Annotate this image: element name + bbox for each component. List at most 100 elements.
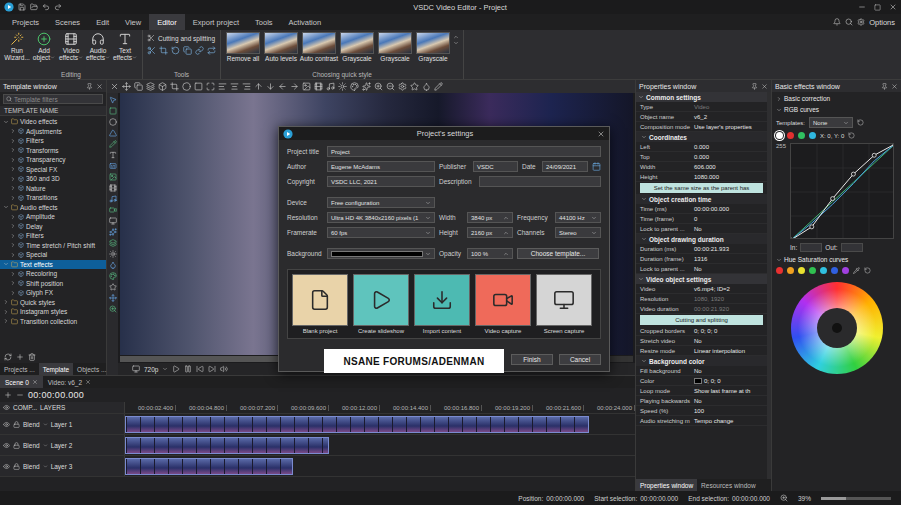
options-button[interactable]: Options — [869, 18, 895, 27]
trash-icon[interactable] — [28, 353, 36, 361]
copy-icon[interactable] — [134, 82, 143, 91]
property-row[interactable]: Resolution1080, 1920 — [636, 294, 767, 304]
preview-icon[interactable] — [132, 365, 140, 373]
expand-icon[interactable] — [10, 214, 16, 220]
close-icon[interactable] — [597, 130, 605, 138]
time-ruler[interactable]: 00:00:02.40000:00:04.80000:00:07.20000:0… — [125, 402, 635, 413]
bell-icon[interactable] — [833, 18, 841, 26]
property-row[interactable]: Resize modeLinear interpolation — [636, 346, 767, 356]
video-clip[interactable] — [125, 458, 293, 475]
tree-item[interactable]: Special FX — [0, 165, 106, 175]
pen-icon[interactable] — [109, 140, 117, 148]
choose-template-button[interactable]: Choose template... — [517, 248, 599, 259]
dropdown-icon[interactable] — [78, 55, 83, 60]
wizard-icon[interactable] — [10, 32, 24, 46]
collapse-icon[interactable] — [638, 276, 644, 282]
text-effects-icon[interactable] — [118, 32, 132, 46]
rgb-curves-section[interactable]: RGB curves — [776, 106, 897, 113]
timeline-tab[interactable]: Video: v6_2 — [43, 376, 96, 388]
dropdown-icon[interactable] — [162, 366, 168, 372]
ribbon-button[interactable]: Video effects — [58, 32, 84, 61]
image-icon[interactable] — [109, 173, 117, 181]
zoom-slider[interactable] — [821, 497, 891, 500]
video-clip[interactable] — [125, 416, 589, 433]
color-icon[interactable] — [109, 261, 117, 269]
blend-mode[interactable]: Blend — [23, 421, 40, 428]
collapse-icon[interactable] — [776, 107, 782, 113]
property-row[interactable]: Left0.000 — [636, 142, 767, 152]
light-icon[interactable] — [109, 250, 117, 258]
search-icon[interactable] — [845, 18, 853, 26]
arrow-down-icon[interactable] — [266, 82, 275, 91]
sun-icon[interactable] — [338, 82, 347, 91]
property-row[interactable]: Stretch videoNo — [636, 336, 767, 346]
redo-icon[interactable] — [54, 3, 62, 11]
template-card[interactable]: Create slideshow — [353, 274, 409, 334]
expand-icon[interactable] — [10, 195, 16, 201]
property-row[interactable]: Fill backgroundNo — [636, 366, 767, 376]
spinner-icon[interactable] — [503, 251, 509, 257]
template-card[interactable]: Blank project — [292, 274, 348, 334]
height-field[interactable]: 2160 px — [467, 227, 513, 238]
eye-icon[interactable] — [3, 463, 10, 470]
dropdown-icon[interactable] — [843, 120, 849, 126]
expand-icon[interactable] — [10, 223, 16, 229]
expand-icon[interactable] — [10, 147, 16, 153]
channel-dot[interactable] — [809, 132, 816, 139]
dropdown-icon[interactable] — [50, 55, 55, 60]
tree-item[interactable]: Video effects — [0, 117, 106, 127]
reset-icon[interactable] — [864, 267, 871, 274]
menu-tab[interactable]: Tools — [247, 14, 281, 30]
arrow-up-icon[interactable] — [254, 82, 263, 91]
ribbon-button[interactable]: Add object — [31, 32, 57, 61]
dropdown-icon[interactable] — [591, 230, 597, 236]
eye-icon[interactable] — [3, 421, 10, 428]
menu-tab[interactable]: Editor — [149, 14, 185, 30]
property-row[interactable]: Composition modeUse layer's properties — [636, 122, 767, 132]
blend-mode[interactable]: Blend — [23, 442, 40, 449]
quick-style-item[interactable]: Auto levels — [263, 32, 299, 62]
expand-icon[interactable] — [10, 176, 16, 182]
hue-dot[interactable] — [798, 267, 805, 274]
property-row[interactable]: Duration (frame)1316 — [636, 254, 767, 264]
property-row[interactable]: Speed (%)100 — [636, 406, 767, 416]
panel-tab[interactable]: Resources window — [697, 479, 760, 491]
property-section[interactable]: Video object settings — [636, 274, 767, 284]
collapse-icon[interactable] — [3, 261, 9, 267]
template-card[interactable]: Import content — [414, 274, 470, 334]
calendar-icon[interactable] — [592, 162, 601, 171]
collapse-icon[interactable] — [641, 134, 647, 140]
menu-tab[interactable]: Activation — [281, 14, 330, 30]
dropdown-icon[interactable] — [132, 55, 137, 60]
menu-tab[interactable]: Scenes — [47, 14, 88, 30]
collapse-icon[interactable] — [641, 358, 647, 364]
pause-icon[interactable] — [184, 365, 192, 373]
finish-button[interactable]: Finish — [511, 354, 553, 365]
eye-icon[interactable] — [3, 404, 10, 411]
cutting-button[interactable]: Cutting and splitting — [147, 34, 216, 42]
expand-icon[interactable] — [10, 166, 16, 172]
close-icon[interactable] — [761, 83, 768, 90]
pin-icon[interactable] — [881, 83, 888, 90]
cancel-button[interactable]: Cancel — [559, 354, 601, 365]
star-icon[interactable] — [410, 82, 419, 91]
rectangle-icon[interactable] — [109, 107, 117, 115]
add-icon[interactable] — [16, 353, 24, 361]
curve-line[interactable] — [791, 144, 894, 239]
close-tab-icon[interactable] — [32, 379, 38, 385]
property-section[interactable]: Coordinates — [636, 132, 767, 142]
remove-layer-icon[interactable] — [16, 391, 24, 399]
basic-correction-section[interactable]: Basic correction — [776, 95, 897, 102]
pin-icon[interactable] — [86, 83, 93, 90]
lock-icon[interactable] — [13, 442, 20, 449]
hue-saturation-section[interactable]: Hue Saturation curves — [776, 256, 897, 263]
project-settings-dialog[interactable]: Project's settingsProject titleProjectAu… — [278, 126, 610, 372]
curve-point[interactable] — [790, 238, 793, 239]
panel-tab[interactable]: Template — [39, 363, 73, 375]
curve-point[interactable] — [810, 225, 814, 229]
property-row[interactable]: TypeVideo — [636, 102, 767, 112]
reset-icon[interactable] — [857, 119, 864, 126]
property-row[interactable]: Object namev6_2 — [636, 112, 767, 122]
volume-icon[interactable] — [220, 365, 228, 373]
property-button[interactable]: Set the same size as the parent has — [640, 183, 763, 193]
